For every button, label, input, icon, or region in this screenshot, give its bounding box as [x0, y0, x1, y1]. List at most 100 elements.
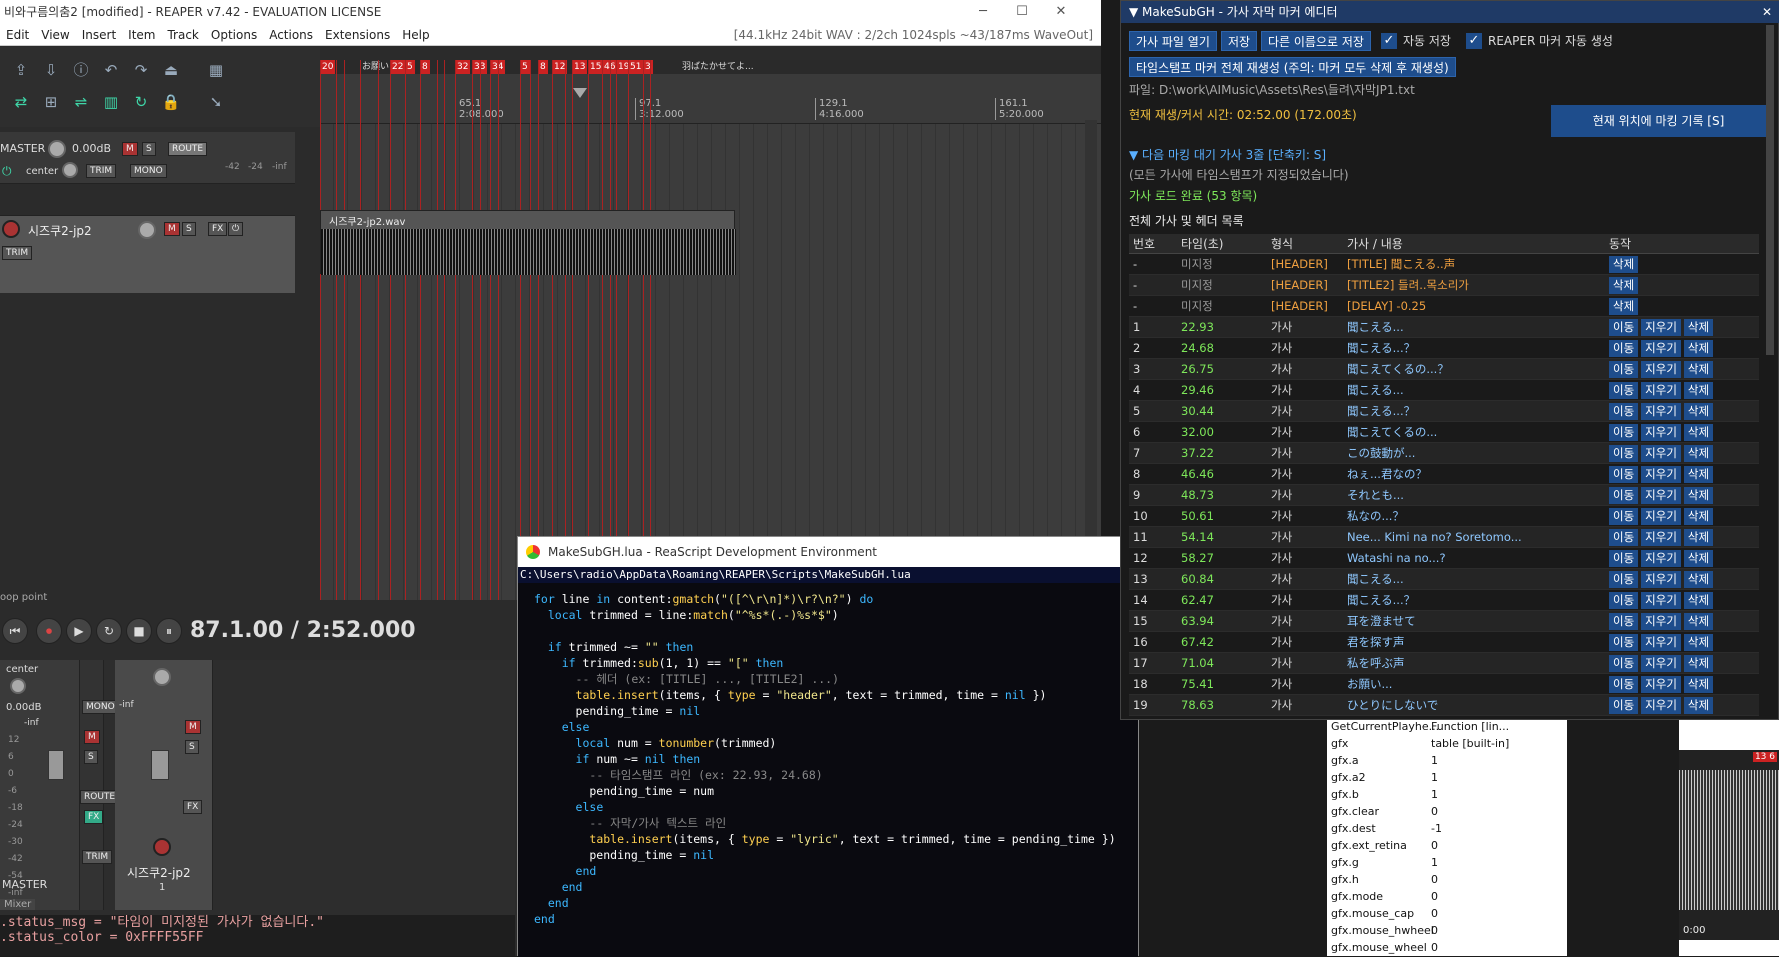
delete-button[interactable]: 삭제 — [1683, 382, 1714, 399]
redo-icon[interactable]: ↷ — [130, 59, 152, 81]
delete-button[interactable]: 삭제 — [1609, 277, 1639, 294]
variable-row[interactable]: gfx.clear 0 — [1327, 803, 1567, 820]
master-trim-button[interactable]: TRIM — [86, 164, 117, 178]
grid-icon[interactable]: ▦ — [205, 59, 227, 81]
track-trim-button[interactable]: TRIM — [2, 246, 33, 260]
table-row[interactable]: 9 48.73 가사 それとも... 이동 지우기 삭제 — [1129, 485, 1759, 506]
save-button[interactable]: 저장 — [1221, 31, 1258, 51]
maximize-button[interactable]: ☐ — [1003, 0, 1041, 24]
table-row[interactable]: 4 29.46 가사 聞こえる... 이동 지우기 삭제 — [1129, 380, 1759, 401]
snap-icon[interactable]: ⊞ — [40, 91, 62, 113]
minimize-button[interactable]: ─ — [964, 0, 1002, 24]
table-row[interactable]: 5 30.44 가사 聞こえる...？ 이동 지우기 삭제 — [1129, 401, 1759, 422]
move-button[interactable]: 이동 — [1609, 487, 1639, 504]
auto-save-checkbox[interactable]: ✓ — [1381, 33, 1397, 49]
track-fx-button[interactable]: FX — [208, 222, 228, 236]
group-icon[interactable]: ▥ — [100, 91, 122, 113]
variable-row[interactable]: gfx.b 1 — [1327, 786, 1567, 803]
variable-row[interactable]: gfx.mouse_hwheel0 — [1327, 922, 1567, 939]
master-fader[interactable] — [48, 750, 64, 780]
msg-close-icon[interactable]: ✕ — [1762, 1, 1772, 23]
master-solo-button[interactable]: S — [142, 142, 156, 156]
play-icon[interactable]: ▶ — [66, 618, 92, 644]
master-mono-button[interactable]: MONO — [130, 164, 167, 178]
delete-button[interactable]: 삭제 — [1683, 655, 1714, 672]
open-lyrics-button[interactable]: 가사 파일 열기 — [1129, 31, 1217, 51]
variable-row[interactable]: gfx.mouse_cap 0 — [1327, 905, 1567, 922]
regen-markers-button[interactable]: 타임스탬프 마커 전체 재생성 (주의: 마커 모두 삭제 후 재생성) — [1129, 57, 1456, 77]
table-row[interactable]: - 미지정 [HEADER] [TITLE2] 들려..목소리가 삭제 — [1129, 275, 1759, 296]
track-volume-knob[interactable] — [138, 221, 156, 239]
clear-button[interactable]: 지우기 — [1641, 613, 1681, 630]
clear-button[interactable]: 지우기 — [1641, 634, 1681, 651]
table-row[interactable]: 17 71.04 가사 私を呼ぶ声 이동 지우기 삭제 — [1129, 653, 1759, 674]
table-row[interactable]: 11 54.14 가사 Nee... Kimi na no? Soretomo... 이… — [1129, 527, 1759, 548]
clear-button[interactable]: 지우기 — [1641, 676, 1681, 693]
track-fader[interactable] — [151, 750, 169, 780]
table-row[interactable]: 18 75.41 가사 お願い... 이동 지우기 삭제 — [1129, 674, 1759, 695]
move-button[interactable]: 이동 — [1609, 655, 1639, 672]
table-row[interactable]: 3 26.75 가사 聞こえてくるの...？ 이동 지우기 삭제 — [1129, 359, 1759, 380]
clear-button[interactable]: 지우기 — [1641, 697, 1681, 714]
variable-row[interactable]: GetCurrentPlayhe...Function [lin... — [1327, 718, 1567, 735]
delete-button[interactable]: 삭제 — [1683, 613, 1714, 630]
variable-row[interactable]: gfx.dest -1 — [1327, 820, 1567, 837]
mixer-track-mute[interactable]: M — [185, 720, 201, 734]
table-row[interactable]: 6 32.00 가사 聞こえてくるの... 이동 지우기 삭제 — [1129, 422, 1759, 443]
msg-scrollbar[interactable] — [1766, 25, 1774, 355]
track-mute-button[interactable]: M — [164, 222, 180, 236]
mixer-master-route[interactable]: ROUTE — [80, 790, 120, 804]
variable-row[interactable]: gfx.mouse_wheel 0 — [1327, 939, 1567, 956]
mixer-master-solo[interactable]: S — [84, 750, 98, 764]
delete-button[interactable]: 삭제 — [1683, 487, 1714, 504]
mixer-master-fx[interactable]: FX — [84, 810, 104, 824]
move-button[interactable]: 이동 — [1609, 508, 1639, 525]
clear-button[interactable]: 지우기 — [1641, 655, 1681, 672]
delete-button[interactable]: 삭제 — [1683, 424, 1714, 441]
clear-button[interactable]: 지우기 — [1641, 361, 1681, 378]
mixer-record-arm[interactable] — [153, 838, 171, 856]
record-arm-button[interactable] — [2, 220, 20, 238]
menu-extensions[interactable]: Extensions — [319, 24, 396, 46]
mark-position-button[interactable]: 현재 위치에 마킹 기록 [S] — [1551, 105, 1766, 137]
next-pending-header[interactable]: ▼ 다음 마킹 대기 가사 3줄 [단축키: S] — [1129, 147, 1326, 163]
delete-button[interactable]: 삭제 — [1683, 550, 1714, 567]
link-icon[interactable]: ⇄ — [10, 91, 32, 113]
track-name[interactable]: 시즈쿠2-jp2 — [28, 222, 92, 239]
move-button[interactable]: 이동 — [1609, 529, 1639, 546]
track-1[interactable]: 시즈쿠2-jp2 M S FX ⏻ TRIM — [0, 215, 295, 293]
table-row[interactable]: 1 22.93 가사 聞こえる... 이동 지우기 삭제 — [1129, 317, 1759, 338]
variable-row[interactable]: gfx.mode 0 — [1327, 888, 1567, 905]
delete-button[interactable]: 삭제 — [1683, 466, 1714, 483]
go-start-icon[interactable]: ⏮ — [2, 618, 28, 644]
clear-button[interactable]: 지우기 — [1641, 319, 1681, 336]
table-row[interactable]: 13 60.84 가사 聞こえる... 이동 지우기 삭제 — [1129, 569, 1759, 590]
track-solo-button[interactable]: S — [182, 222, 196, 236]
move-button[interactable]: 이동 — [1609, 382, 1639, 399]
table-row[interactable]: - 미지정 [HEADER] [DELAY] -0.25 삭제 — [1129, 296, 1759, 317]
move-button[interactable]: 이동 — [1609, 676, 1639, 693]
move-button[interactable]: 이동 — [1609, 466, 1639, 483]
menu-options[interactable]: Options — [205, 24, 263, 46]
repeat-icon[interactable]: ↻ — [96, 618, 122, 644]
move-button[interactable]: 이동 — [1609, 550, 1639, 567]
table-row[interactable]: 7 37.22 가사 この鼓動が... 이동 지우기 삭제 — [1129, 443, 1759, 464]
delete-button[interactable]: 삭제 — [1609, 256, 1639, 273]
variable-row[interactable]: gfx.a 1 — [1327, 752, 1567, 769]
delete-button[interactable]: 삭제 — [1683, 403, 1714, 420]
clear-button[interactable]: 지우기 — [1641, 403, 1681, 420]
move-button[interactable]: 이동 — [1609, 361, 1639, 378]
table-row[interactable]: 15 63.94 가사 耳を澄ませて 이동 지우기 삭제 — [1129, 611, 1759, 632]
variable-row[interactable]: gfx.ext_retina 0 — [1327, 837, 1567, 854]
record-icon[interactable]: ⏺ — [36, 618, 62, 644]
loop-icon[interactable]: ↻ — [130, 91, 152, 113]
table-row[interactable]: 2 24.68 가사 聞こえる...？ 이동 지우기 삭제 — [1129, 338, 1759, 359]
table-row[interactable]: 12 58.27 가사 Watashi na no...? 이동 지우기 삭제 — [1129, 548, 1759, 569]
delete-button[interactable]: 삭제 — [1683, 340, 1714, 357]
clear-button[interactable]: 지우기 — [1641, 550, 1681, 567]
clear-button[interactable]: 지우기 — [1641, 529, 1681, 546]
mixer-master-mute[interactable]: M — [84, 730, 100, 744]
track-fx-bypass-icon[interactable]: ⏻ — [228, 222, 244, 236]
vertical-scrollbar[interactable] — [1085, 120, 1097, 590]
stop-icon[interactable]: ■ — [126, 618, 152, 644]
